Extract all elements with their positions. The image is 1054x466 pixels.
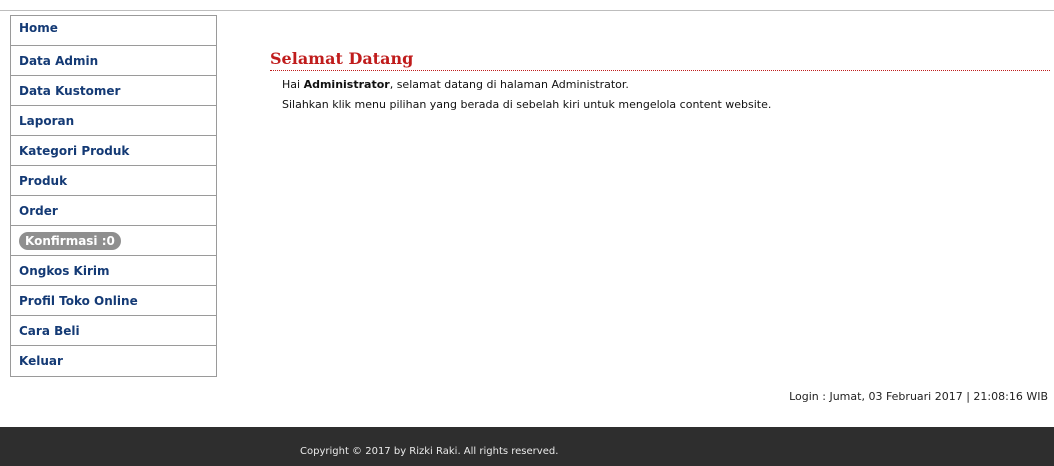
welcome-content: Hai Administrator, selamat datang di hal… bbox=[282, 75, 771, 115]
sidebar-item-label: Home bbox=[19, 21, 58, 35]
greeting-suffix: , selamat datang di halaman Administrato… bbox=[389, 78, 629, 91]
footer: Copyright © 2017 by Rizki Raki. All righ… bbox=[0, 427, 1054, 466]
sidebar-item-label: Keluar bbox=[19, 354, 63, 368]
sidebar-item-label: Ongkos Kirim bbox=[19, 264, 110, 278]
sidebar-item-label: Order bbox=[19, 204, 58, 218]
sidebar-item-label: Kategori Produk bbox=[19, 144, 130, 158]
sidebar-item-data-kustomer[interactable]: Data Kustomer bbox=[11, 76, 216, 106]
sidebar-item-label: Profil Toko Online bbox=[19, 294, 138, 308]
sidebar-item-keluar[interactable]: Keluar bbox=[11, 346, 216, 376]
sidebar-item-label: Data Admin bbox=[19, 54, 99, 68]
sidebar-item-order[interactable]: Order bbox=[11, 196, 216, 226]
sidebar-item-ongkos-kirim[interactable]: Ongkos Kirim bbox=[11, 256, 216, 286]
konfirmasi-count-badge[interactable]: Konfirmasi :0 bbox=[19, 231, 121, 250]
page-title: Selamat Datang bbox=[270, 49, 1050, 71]
sidebar-item-label: Laporan bbox=[19, 114, 75, 128]
top-divider bbox=[0, 10, 1054, 11]
sidebar-item-label: Produk bbox=[19, 174, 68, 188]
sidebar-menu: Home Data Admin Data Kustomer Laporan Ka… bbox=[10, 15, 217, 377]
sidebar-item-profil-toko-online[interactable]: Profil Toko Online bbox=[11, 286, 216, 316]
sidebar-item-label: Cara Beli bbox=[19, 324, 80, 338]
sidebar-item-laporan[interactable]: Laporan bbox=[11, 106, 216, 136]
sidebar-item-cara-beli[interactable]: Cara Beli bbox=[11, 316, 216, 346]
sidebar-item-konfirmasi[interactable]: Konfirmasi :0 bbox=[11, 226, 216, 256]
sidebar-item-produk[interactable]: Produk bbox=[11, 166, 216, 196]
greeting-line: Hai Administrator, selamat datang di hal… bbox=[282, 75, 771, 95]
login-timestamp: Login : Jumat, 03 Februari 2017 | 21:08:… bbox=[789, 390, 1048, 403]
greeting-prefix: Hai bbox=[282, 78, 304, 91]
instruction-line: Silahkan klik menu pilihan yang berada d… bbox=[282, 98, 772, 111]
greeting-user: Administrator bbox=[303, 78, 390, 91]
sidebar-item-kategori-produk[interactable]: Kategori Produk bbox=[11, 136, 216, 166]
sidebar-item-label: Data Kustomer bbox=[19, 84, 121, 98]
sidebar-item-home[interactable]: Home bbox=[11, 16, 216, 46]
copyright-text: Copyright © 2017 by Rizki Raki. All righ… bbox=[300, 446, 559, 457]
sidebar-item-data-admin[interactable]: Data Admin bbox=[11, 46, 216, 76]
admin-page: Home Data Admin Data Kustomer Laporan Ka… bbox=[0, 0, 1054, 466]
